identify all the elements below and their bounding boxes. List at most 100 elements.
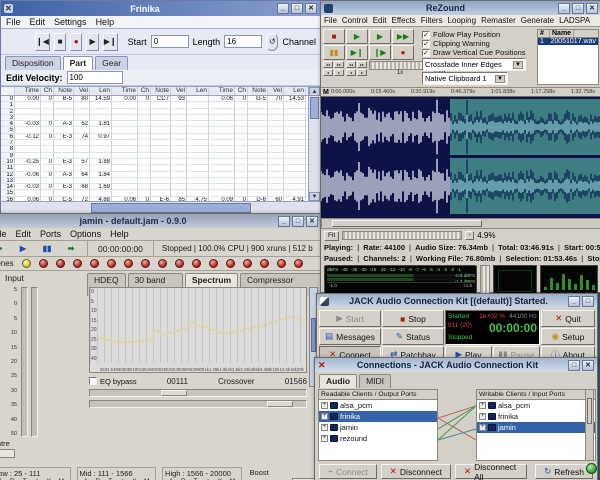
- close-icon[interactable]: ✕: [582, 360, 594, 371]
- menu-ladspa[interactable]: LADSPA: [559, 16, 590, 25]
- scene-led-17[interactable]: [294, 259, 303, 268]
- menu-remaster[interactable]: Remaster: [481, 16, 516, 25]
- play-from-cursor-button[interactable]: ▶❙: [346, 45, 368, 60]
- record-button[interactable]: ●: [392, 45, 414, 60]
- play-button[interactable]: ▶: [15, 244, 31, 253]
- clipboard-select[interactable]: Native Clipboard 1▼: [422, 72, 508, 85]
- minimize-icon[interactable]: _: [568, 296, 580, 307]
- menu-file[interactable]: File: [6, 17, 21, 27]
- scene-led-4[interactable]: [73, 259, 82, 268]
- output-client-alsa-pcm[interactable]: +alsa_pcm: [319, 400, 437, 411]
- stop-button[interactable]: ■: [54, 33, 66, 51]
- scene-led-5[interactable]: [90, 259, 99, 268]
- checkbox-draw-vertical-cue-positions[interactable]: ✓Draw Vertical Cue Positions: [422, 48, 534, 57]
- length-input[interactable]: [224, 35, 262, 48]
- maximize-icon[interactable]: □: [291, 3, 303, 14]
- play-button[interactable]: ▶: [86, 33, 98, 51]
- jump-cluster-2[interactable]: ◂◂▸▸◂▸: [346, 61, 367, 76]
- setup-button[interactable]: ◉Setup: [541, 328, 595, 345]
- play-loop-button[interactable]: ▶▶: [392, 29, 414, 44]
- waveform-channel-1[interactable]: [321, 99, 600, 155]
- expander-icon[interactable]: +: [321, 413, 328, 420]
- output-client-rezound[interactable]: +rezound: [319, 433, 437, 444]
- menu-options[interactable]: Options: [70, 229, 101, 239]
- scene-led-16[interactable]: [277, 259, 286, 268]
- checkbox-follow-play-position[interactable]: ✓Follow Play Position: [422, 30, 534, 39]
- tray-icon[interactable]: [586, 463, 597, 474]
- input-client-frinika[interactable]: +frinika: [477, 411, 595, 422]
- disconnect-button[interactable]: ✕Disconnect: [381, 464, 451, 479]
- menu-edit[interactable]: Edit: [373, 16, 387, 25]
- tab-disposition[interactable]: Disposition: [5, 56, 61, 70]
- scene-led-8[interactable]: [141, 259, 150, 268]
- connect-button[interactable]: ⌁Connect: [319, 464, 377, 479]
- tab-audio[interactable]: Audio: [319, 374, 357, 388]
- messages-button[interactable]: ▤Messages: [319, 328, 381, 345]
- minimize-icon[interactable]: _: [277, 3, 289, 14]
- frinika-titlebar[interactable]: ✕ Frinika _ □ ✕: [1, 1, 320, 16]
- start-input[interactable]: [151, 35, 189, 48]
- menu-file[interactable]: File: [0, 229, 7, 239]
- zoom-dial[interactable]: [342, 231, 462, 240]
- forward-button[interactable]: ➡: [63, 244, 79, 253]
- maximize-icon[interactable]: □: [582, 296, 594, 307]
- jamin-titlebar[interactable]: jamin - default.jam - 0.9.0 _ □ ✕: [0, 214, 321, 228]
- scene-led-7[interactable]: [124, 259, 133, 268]
- start-button[interactable]: ▶Start: [319, 310, 381, 327]
- expander-icon[interactable]: +: [321, 402, 328, 409]
- centre-spinbox[interactable]: [0, 449, 15, 458]
- scene-led-3[interactable]: [56, 259, 65, 268]
- skip-to-end-button[interactable]: ▶❙: [103, 33, 118, 51]
- checkbox-clipping-warning[interactable]: ✓Clipping Warning: [422, 39, 534, 48]
- waveform-scrollbar[interactable]: [321, 218, 600, 229]
- time-ruler[interactable]: M 0:00.000s0:15.460s0:30.919s0:46.379s1:…: [321, 87, 600, 97]
- menu-help[interactable]: Help: [96, 17, 115, 27]
- loop-button[interactable]: ↺: [266, 33, 278, 51]
- input-ports-panel[interactable]: Writable Clients / Input Ports +alsa_pcm…: [476, 389, 596, 461]
- scene-led-11[interactable]: [192, 259, 201, 268]
- scene-led-6[interactable]: [107, 259, 116, 268]
- jump-cluster-1[interactable]: ◂◂▸▸◂▸: [323, 61, 344, 76]
- waveform-channel-2[interactable]: [321, 158, 600, 214]
- menu-looping[interactable]: Looping: [448, 16, 476, 25]
- expander-icon[interactable]: +: [479, 402, 486, 409]
- menu-edit[interactable]: Edit: [16, 229, 32, 239]
- close-icon[interactable]: ✕: [586, 3, 598, 14]
- menu-settings[interactable]: Settings: [54, 17, 87, 27]
- expander-icon[interactable]: +: [479, 413, 486, 420]
- maximize-icon[interactable]: □: [292, 216, 304, 227]
- vertical-scrollbar[interactable]: ▲ ▼: [308, 87, 320, 201]
- rezound-titlebar[interactable]: ReZound _ □ ✕: [321, 1, 600, 15]
- scene-led-1[interactable]: [22, 259, 31, 268]
- minimize-icon[interactable]: _: [558, 3, 570, 14]
- maximize-icon[interactable]: □: [572, 3, 584, 14]
- play-from-start-button[interactable]: ❙▶: [369, 45, 391, 60]
- record-button[interactable]: ●: [70, 33, 82, 51]
- scrollbar-thumb[interactable]: [91, 203, 251, 213]
- fit-button[interactable]: Fit: [324, 231, 339, 241]
- close-icon[interactable]: ✕: [306, 216, 318, 227]
- quit-button[interactable]: ✕Quit: [541, 310, 595, 327]
- event-table[interactable]: TimeChNoteVelLenTimeChNoteVelLenTimeChNo…: [1, 86, 320, 201]
- play-selection-button[interactable]: ▶: [369, 29, 391, 44]
- connections-titlebar[interactable]: ✕ Connections - JACK Audio Connection Ki…: [315, 358, 597, 372]
- scene-led-15[interactable]: [260, 259, 269, 268]
- pause-button[interactable]: ▮▮: [39, 244, 55, 253]
- qjackctl-titlebar[interactable]: JACK Audio Connection Kit [(default)] St…: [317, 294, 597, 308]
- menu-help[interactable]: Help: [110, 229, 129, 239]
- status-button[interactable]: ✎Status: [382, 328, 444, 345]
- output-client-frinika[interactable]: +frinika: [319, 411, 437, 422]
- pause-button[interactable]: ▮▮: [323, 45, 345, 60]
- output-client-jamin[interactable]: +jamin: [319, 422, 437, 433]
- zoom-plus-icon[interactable]: +: [465, 231, 474, 240]
- scene-led-2[interactable]: [39, 259, 48, 268]
- tab-part[interactable]: Part: [63, 56, 94, 70]
- scene-led-9[interactable]: [158, 259, 167, 268]
- maximize-icon[interactable]: □: [568, 360, 580, 371]
- eq-bypass-checkbox[interactable]: EQ bypass: [89, 377, 137, 386]
- rewind-button[interactable]: ⬅: [0, 244, 7, 253]
- scrollbar-thumb[interactable]: [310, 97, 319, 119]
- scroll-up-icon[interactable]: ▲: [309, 87, 320, 96]
- tab-gear[interactable]: Gear: [95, 56, 128, 70]
- input-client-alsa-pcm[interactable]: +alsa_pcm: [477, 400, 595, 411]
